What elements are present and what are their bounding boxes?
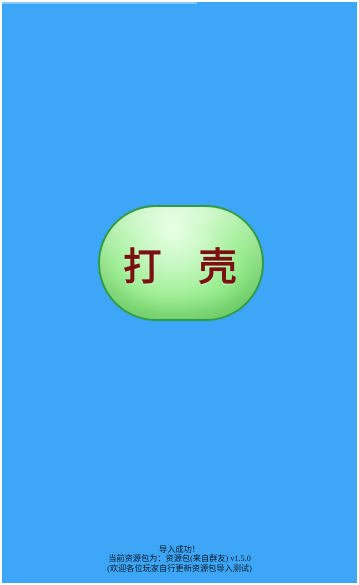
top-edge-strip	[2, 2, 197, 4]
import-status-line-2: 当前资源包为：资源包(来自群友) v1.5.0	[108, 554, 251, 564]
app-screen: 打 壳 导入成功！ 当前资源包为：资源包(来自群友) v1.5.0 (欢迎各位玩…	[2, 2, 357, 583]
hit-shell-button[interactable]: 打 壳	[98, 205, 264, 321]
hit-shell-button-label: 打 壳	[123, 244, 249, 289]
import-status-line-3: (欢迎各位玩家自行更新资源包导入测试)	[107, 563, 252, 573]
import-status: 导入成功！ 当前资源包为：资源包(来自群友) v1.5.0 (欢迎各位玩家自行更…	[2, 545, 357, 573]
import-status-line-1: 导入成功！	[159, 545, 200, 554]
